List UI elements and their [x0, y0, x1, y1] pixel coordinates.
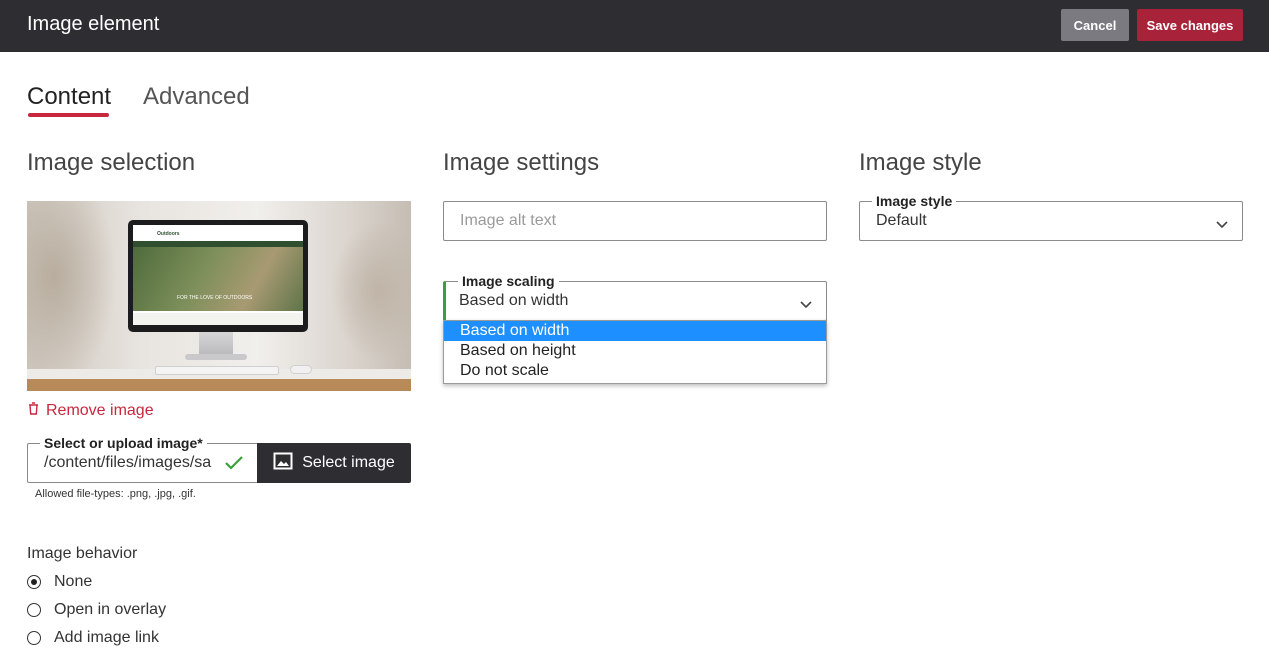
remove-image-link[interactable]: Remove image — [28, 402, 154, 420]
dropdown-option-width[interactable]: Based on width — [444, 321, 826, 341]
desk-edge — [27, 379, 411, 391]
image-scaling-select[interactable]: Image scaling Based on width — [443, 273, 827, 321]
image-alt-text-input[interactable] — [443, 201, 827, 241]
image-icon — [273, 452, 293, 475]
preview-background-blur — [331, 221, 411, 361]
screen-tagline: FOR THE LOVE OF OUTDOORS — [177, 295, 253, 301]
radio-behavior-none[interactable]: None — [27, 573, 92, 591]
image-style-value: Default — [876, 212, 927, 229]
image-style-legend: Image style — [872, 193, 957, 209]
image-preview: Outdoors FOR THE LOVE OF OUTDOORS — [27, 201, 411, 391]
upload-image-path: /content/files/images/sa — [44, 454, 212, 471]
remove-image-label: Remove image — [46, 402, 154, 419]
screen-hero-image — [133, 247, 303, 311]
image-scaling-value: Based on width — [459, 292, 569, 309]
checkmark-icon — [224, 454, 244, 477]
image-selection-heading: Image selection — [27, 149, 196, 176]
chevron-down-icon — [1216, 216, 1228, 234]
screen-footer-bar — [133, 313, 303, 325]
dropdown-option-height[interactable]: Based on height — [444, 341, 826, 361]
cancel-button[interactable]: Cancel — [1061, 9, 1129, 41]
tab-content[interactable]: Content — [27, 83, 111, 111]
monitor-stand-base — [185, 354, 247, 360]
keyboard — [155, 366, 279, 375]
modal-title: Image element — [27, 13, 160, 35]
radio-label: None — [54, 573, 93, 590]
radio-behavior-overlay[interactable]: Open in overlay — [27, 601, 166, 619]
image-behavior-label: Image behavior — [27, 545, 138, 562]
select-image-label: Select image — [302, 454, 395, 471]
trash-icon — [28, 402, 39, 420]
radio-button[interactable] — [27, 603, 41, 617]
image-scaling-dropdown: Based on width Based on height Do not sc… — [443, 320, 827, 384]
mouse — [290, 365, 312, 374]
preview-background-blur — [27, 201, 117, 391]
radio-button[interactable] — [27, 575, 41, 589]
save-changes-button[interactable]: Save changes — [1137, 9, 1243, 41]
image-style-select[interactable]: Image style Default — [859, 193, 1243, 241]
radio-button[interactable] — [27, 631, 41, 645]
active-tab-indicator — [28, 113, 109, 117]
radio-behavior-link[interactable]: Add image link — [27, 629, 159, 647]
monitor-screen: Outdoors FOR THE LOVE OF OUTDOORS — [133, 225, 303, 325]
dropdown-option-no-scale[interactable]: Do not scale — [444, 361, 826, 381]
modal-header: Image element Cancel Save changes — [0, 0, 1269, 52]
screen-brand-logo: Outdoors — [157, 231, 180, 237]
radio-label: Open in overlay — [54, 601, 167, 618]
radio-label: Add image link — [54, 629, 159, 646]
image-style-heading: Image style — [859, 149, 982, 176]
monitor-stand — [199, 332, 233, 356]
allowed-filetypes-hint: Allowed file-types: .png, .jpg, .gif. — [35, 488, 196, 500]
upload-image-field[interactable]: Select or upload image* /content/files/i… — [27, 435, 259, 483]
image-settings-heading: Image settings — [443, 149, 600, 176]
image-scaling-legend: Image scaling — [458, 273, 559, 289]
tab-advanced[interactable]: Advanced — [143, 83, 250, 111]
chevron-down-icon — [800, 296, 812, 314]
upload-image-legend: Select or upload image* — [40, 435, 207, 451]
select-image-button[interactable]: Select image — [257, 443, 411, 483]
